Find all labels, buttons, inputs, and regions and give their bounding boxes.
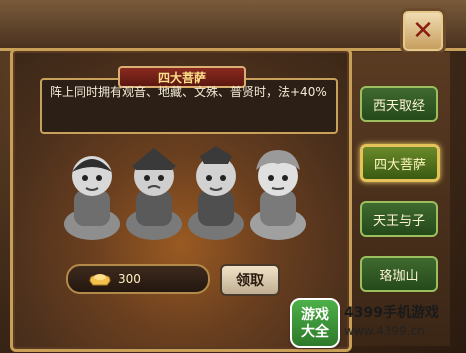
claim-button[interactable]: 领取	[220, 264, 280, 296]
tab-xitian-qujing[interactable]: 西天取经	[360, 86, 438, 122]
watermark-badge-line2: 大全	[301, 324, 329, 340]
ingot-value: 300	[118, 272, 141, 286]
ingot-cost: 300	[66, 264, 210, 294]
tab-tianwang-yuzi[interactable]: 天王与子	[360, 201, 438, 237]
watermark-logo: 游戏 大全	[290, 298, 340, 348]
hero-portrait	[188, 146, 244, 240]
title-bar	[0, 0, 466, 51]
game-window: ✕ 四大菩萨 阵上同时拥有观音、地藏、文殊、普贤时，法+40% 300 领取 西…	[0, 0, 466, 353]
close-icon: ✕	[412, 16, 434, 46]
watermark-badge-line1: 游戏	[301, 307, 329, 323]
hero-portrait	[250, 150, 306, 240]
tab-label: 天王与子	[372, 213, 425, 229]
watermark-brand: 4399手机游戏	[344, 305, 439, 321]
combo-description: 阵上同时拥有观音、地藏、文殊、普贤时，法+40%	[50, 85, 327, 99]
tab-label: 西天取经	[372, 98, 425, 114]
tab-luojia-shan[interactable]: 珞珈山	[360, 256, 438, 292]
tab-label: 四大菩萨	[373, 157, 426, 173]
close-button[interactable]: ✕	[400, 8, 446, 54]
hero-portrait	[126, 148, 182, 240]
claim-button-label: 领取	[236, 273, 264, 289]
hero-portrait	[64, 156, 120, 240]
watermark-url: www.4399.cn	[344, 324, 425, 338]
tab-label: 珞珈山	[379, 268, 419, 284]
gold-ingot-icon	[89, 274, 111, 286]
combo-title: 四大菩萨	[157, 70, 206, 85]
watermark: 游戏 大全 4399手机游戏 www.4399.cn	[286, 292, 462, 350]
tab-sida-pusa[interactable]: 四大菩萨	[360, 144, 440, 182]
hero-portraits	[64, 146, 306, 240]
